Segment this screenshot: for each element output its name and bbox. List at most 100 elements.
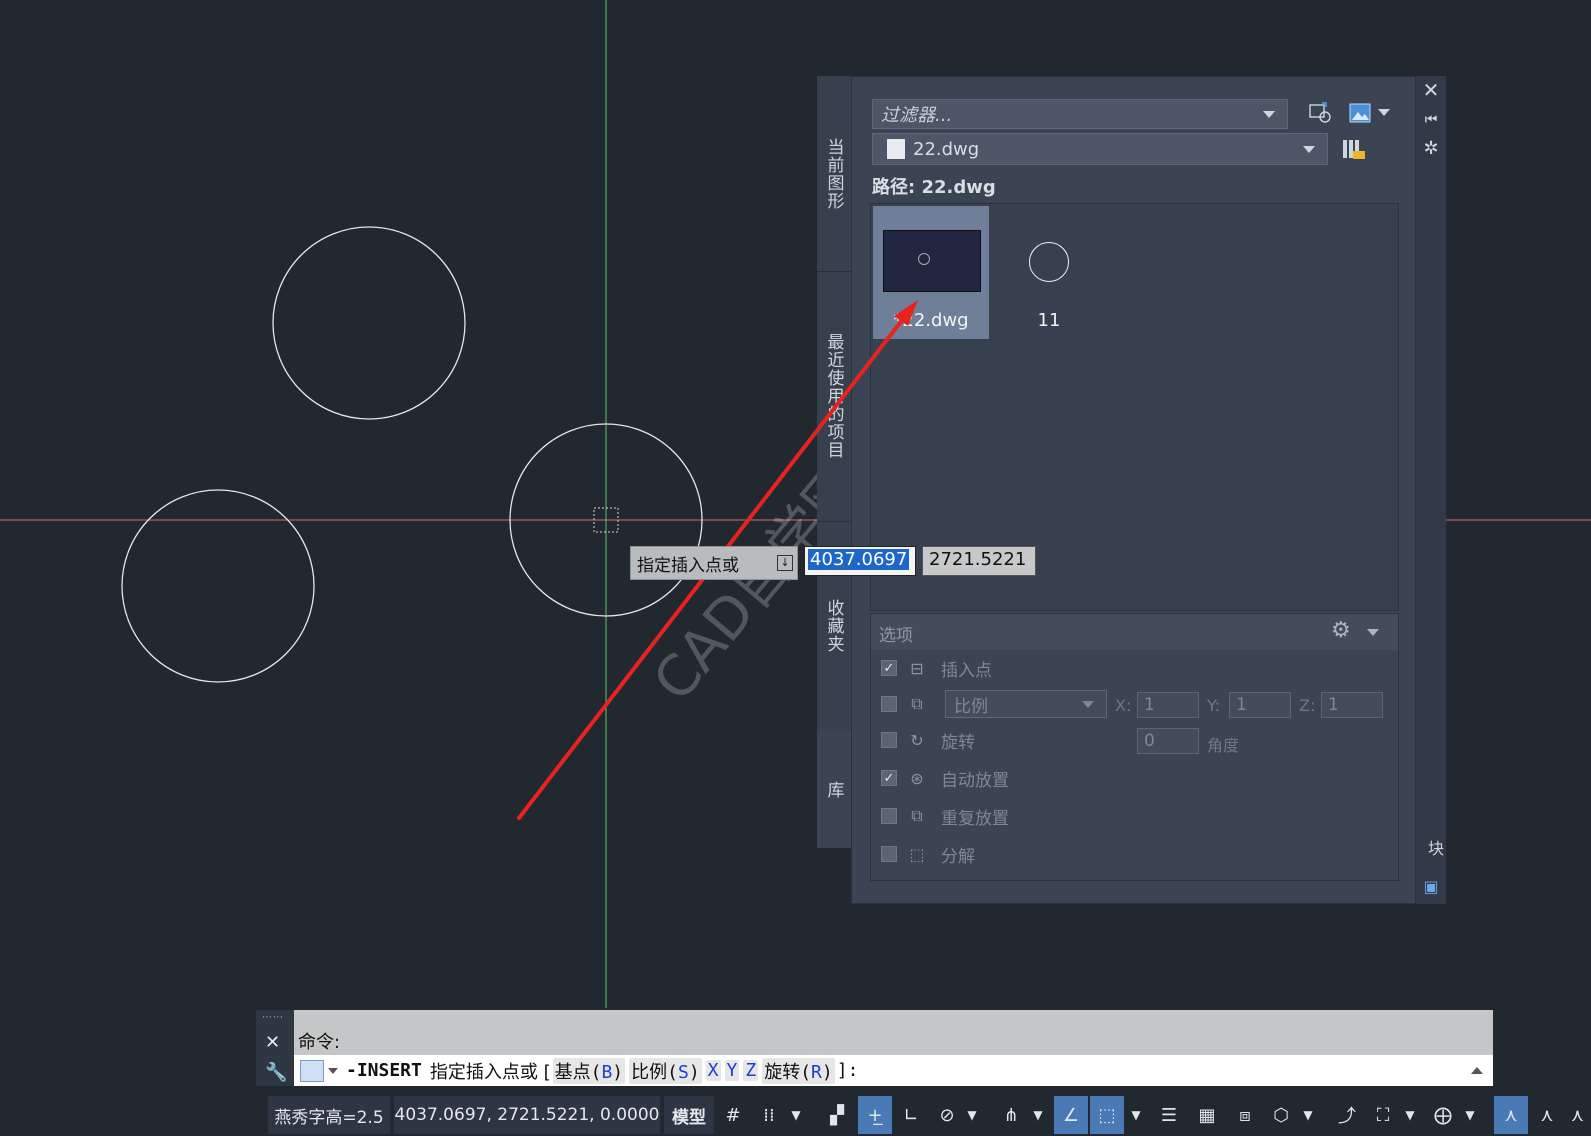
recent-commands-icon[interactable] [300, 1059, 324, 1082]
option-repeat-place[interactable]: ⧉ 重复放置 [881, 802, 1009, 830]
option-rotate[interactable]: 旋转(R) [762, 1057, 835, 1084]
command-line-grip: ⋯⋯ ✕ 🔧 [256, 1010, 294, 1086]
infer-constraints-icon[interactable]: ▞ [820, 1096, 854, 1134]
path-label: 路径: 22.dwg [872, 177, 996, 198]
auto-place-checkbox[interactable]: ✓ [881, 770, 897, 786]
auto-hide-icon[interactable]: ⏮ [1417, 106, 1445, 134]
transparency-icon[interactable]: ▦ [1190, 1096, 1224, 1134]
gizmo-icon[interactable]: ⨁ [1426, 1096, 1460, 1134]
option-z[interactable]: Z [743, 1060, 759, 1081]
auto-place-label: 自动放置 [941, 770, 1009, 791]
dynamic-input-icon[interactable]: +̲ [858, 1096, 892, 1134]
tab-recent-items[interactable]: 最近使用的项目 [817, 271, 851, 522]
command-name: -INSERT [346, 1060, 422, 1081]
chevron-down-icon [1263, 110, 1275, 118]
rotate-checkbox[interactable] [881, 732, 897, 748]
scale-mode-dropdown[interactable]: 比例 [945, 690, 1107, 718]
dynamic-input-x[interactable]: 4037.0697 [804, 546, 916, 576]
options-title: 选项 [879, 626, 913, 646]
chevron-down-icon[interactable]: ▼ [962, 1096, 982, 1134]
angle-label: 角度 [1207, 736, 1240, 755]
chevron-down-icon[interactable]: ▼ [1460, 1096, 1480, 1134]
gear-icon[interactable]: ⚙ [1331, 618, 1351, 643]
chevron-down-icon[interactable] [328, 1067, 338, 1074]
chevron-down-icon[interactable]: ▼ [1400, 1096, 1420, 1134]
chevron-down-icon [1303, 145, 1315, 153]
auto-scale-icon[interactable]: ⋏ [1530, 1096, 1564, 1134]
snap-icon[interactable]: ⁞⁞ [752, 1096, 786, 1134]
lineweight-icon[interactable]: ☰ [1152, 1096, 1186, 1134]
thumbnail-label: 11 [1037, 310, 1061, 331]
view-dropdown-icon[interactable] [1378, 109, 1390, 116]
drag-grip-icon[interactable]: ⋯⋯ [262, 1012, 284, 1023]
tab-library[interactable]: 库 [817, 731, 851, 848]
thumbnail-current-drawing[interactable]: *22.dwg [873, 206, 989, 339]
chevron-down-icon[interactable]: ▼ [1298, 1096, 1318, 1134]
isometric-icon[interactable]: ⋔ [994, 1096, 1028, 1134]
option-explode[interactable]: ⬚ 分解 [881, 840, 975, 868]
option-insert-point[interactable]: ✓ ⊟ 插入点 [881, 654, 992, 682]
filter-combo[interactable]: 过滤器... [872, 99, 1288, 129]
chevron-down-icon[interactable]: ▼ [1126, 1096, 1146, 1134]
load-block-icon[interactable] [1306, 99, 1334, 127]
repeat-place-label: 重复放置 [941, 808, 1009, 829]
rotate-angle-input[interactable]: 0 [1137, 728, 1199, 754]
scale-checkbox[interactable] [881, 696, 897, 712]
selection-filter-icon[interactable]: ⛶ [1366, 1096, 1400, 1134]
thumbnail-view-icon[interactable] [1346, 99, 1374, 127]
scale-y-label: Y: [1207, 696, 1221, 715]
scale-mode-value: 比例 [954, 696, 988, 717]
scale-z-input[interactable]: 1 [1321, 692, 1383, 718]
options-arrow-icon[interactable]: ↓ [777, 555, 793, 571]
object-snap-icon[interactable]: ⬚ [1090, 1096, 1124, 1134]
file-combo-value: 22.dwg [913, 138, 980, 160]
chevron-down-icon [1082, 700, 1094, 708]
option-auto-place[interactable]: ✓ ⊛ 自动放置 [881, 764, 1009, 792]
history-expand-icon[interactable] [1471, 1067, 1483, 1074]
auto-place-icon: ⊛ [910, 768, 924, 788]
option-x[interactable]: X [705, 1060, 721, 1081]
options-header[interactable]: 选项 ⚙ [871, 614, 1398, 650]
polar-tracking-icon[interactable]: ⊘ [930, 1096, 964, 1134]
option-rotate[interactable]: ↻ 旋转 [881, 726, 975, 754]
circle-bottom-left [121, 489, 315, 683]
properties-icon[interactable]: ✲ [1417, 134, 1445, 162]
selection-cycling-icon[interactable]: ⧈ [1228, 1096, 1262, 1134]
thumbnail-block-11[interactable]: 11 [991, 206, 1107, 339]
close-icon[interactable]: ✕ [265, 1032, 280, 1053]
repeat-place-checkbox[interactable] [881, 808, 897, 824]
scale-x-input[interactable]: 1 [1137, 692, 1199, 718]
ortho-icon[interactable]: ∟ [894, 1096, 928, 1134]
options-panel: 选项 ⚙ ✓ ⊟ 插入点 ⧉ 比例 X: 1 Y: 1 Z: 1 ↻ 旋转 0 … [870, 613, 1399, 881]
command-input-line[interactable]: -INSERT 指定插入点或 [ 基点(B) 比例(S) X Y Z 旋转(R)… [294, 1055, 1493, 1086]
object-snap-tracking-icon[interactable]: ∠ [1054, 1096, 1088, 1134]
dynamic-input-y[interactable]: 2721.5221 [922, 546, 1036, 576]
dynamic-ucs-icon[interactable]: ⤴ [1330, 1096, 1364, 1134]
circle-top-left [272, 226, 466, 420]
coordinates-display[interactable]: 4037.0697, 2721.5221, 0.0000 [394, 1096, 660, 1134]
chevron-down-icon[interactable]: ▼ [1028, 1096, 1048, 1134]
command-tail: ]: [836, 1060, 859, 1081]
model-space-button[interactable]: 模型 [664, 1096, 714, 1134]
scale-z-label: Z: [1299, 696, 1316, 715]
annotation-scale-icon[interactable]: ⋏ [1564, 1096, 1591, 1134]
palette-tab-strip: 当前图形 最近使用的项目 收藏夹 库 [817, 76, 852, 848]
option-scale[interactable]: 比例(S) [629, 1057, 702, 1084]
annotation-visibility-icon[interactable]: ⋏ [1494, 1096, 1528, 1134]
option-y[interactable]: Y [724, 1060, 740, 1081]
browse-folder-icon[interactable] [1340, 135, 1368, 163]
wrench-icon[interactable]: 🔧 [265, 1062, 287, 1083]
chevron-down-icon[interactable] [1367, 629, 1379, 636]
insert-point-checkbox[interactable]: ✓ [881, 660, 897, 676]
tab-current-drawing[interactable]: 当前图形 [817, 76, 851, 272]
text-style-indicator[interactable]: 燕秀字高=2.5 [268, 1096, 390, 1134]
explode-checkbox[interactable] [881, 846, 897, 862]
scale-y-input[interactable]: 1 [1229, 692, 1291, 718]
close-icon[interactable]: ✕ [1417, 76, 1445, 104]
3d-object-snap-icon[interactable]: ⬡ [1264, 1096, 1298, 1134]
file-combo[interactable]: 22.dwg [872, 133, 1328, 165]
grid-icon[interactable]: # [716, 1096, 750, 1134]
option-scale[interactable]: ⧉ 比例 [881, 690, 1107, 718]
option-base-point[interactable]: 基点(B) [552, 1057, 626, 1084]
chevron-down-icon[interactable]: ▼ [786, 1096, 806, 1134]
